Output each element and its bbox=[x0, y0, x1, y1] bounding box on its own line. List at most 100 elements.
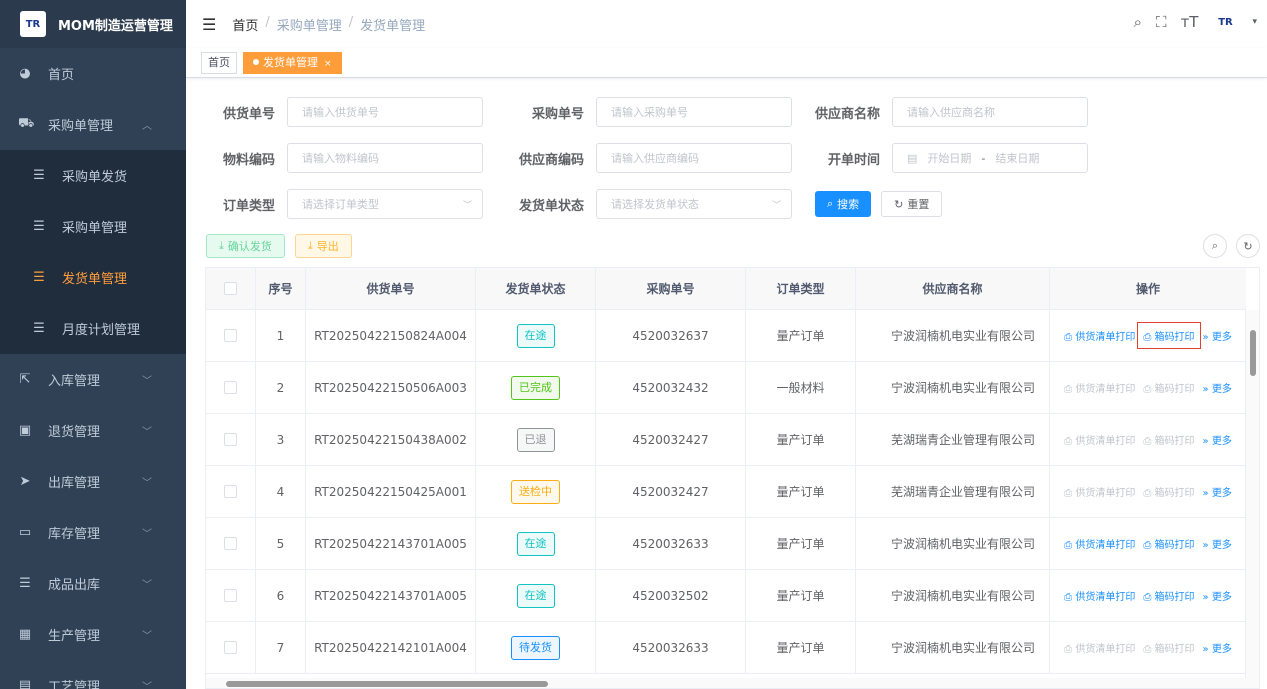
font-size-icon[interactable]: ᴛT bbox=[1181, 13, 1199, 31]
print-supply-list-button[interactable]: ⎙ 供货清单打印 bbox=[1064, 484, 1135, 499]
cell-supplier: 宁波润楠机电实业有限公司 bbox=[856, 518, 1050, 569]
checkbox[interactable] bbox=[224, 589, 237, 602]
cell-index: 5 bbox=[256, 518, 306, 569]
print-supply-list-label: 供货清单打印 bbox=[1075, 592, 1136, 603]
refresh-icon[interactable]: ↻ bbox=[1236, 234, 1260, 258]
checkbox[interactable] bbox=[224, 282, 237, 295]
export-button[interactable]: ⤓ 导出 bbox=[294, 234, 352, 258]
horizontal-scrollbar[interactable] bbox=[206, 678, 1259, 688]
checkbox[interactable] bbox=[224, 433, 237, 446]
sidebar-item-home[interactable]: ◕ 首页 bbox=[0, 48, 186, 99]
sidebar-item-process[interactable]: ▤ 工艺管理 ﹀ bbox=[0, 660, 186, 689]
print-supply-list-button[interactable]: ⎙ 供货清单打印 bbox=[1064, 640, 1135, 655]
end-date[interactable]: 结束日期 bbox=[995, 150, 1039, 166]
cell-supply-no: RT20250422143701A005 bbox=[306, 518, 476, 569]
more-button[interactable]: » 更多 bbox=[1203, 484, 1232, 499]
sidebar-item-inventory[interactable]: ▭ 库存管理 ﹀ bbox=[0, 507, 186, 558]
cell-purchase-no: 4520032637 bbox=[596, 310, 746, 361]
avatar[interactable]: TR bbox=[1212, 12, 1238, 32]
row-select[interactable] bbox=[206, 622, 256, 673]
more-button[interactable]: » 更多 bbox=[1203, 432, 1232, 447]
supplier-code-input[interactable]: 请输入供应商编码 bbox=[596, 143, 792, 173]
material-code-input[interactable]: 请输入物料编码 bbox=[287, 143, 483, 173]
caret-down-icon[interactable]: ▾ bbox=[1252, 17, 1257, 27]
header-select-all[interactable] bbox=[206, 268, 256, 309]
hamburger-icon[interactable]: ☰ bbox=[202, 15, 216, 34]
row-select[interactable] bbox=[206, 414, 256, 465]
scrollbar-thumb[interactable] bbox=[1250, 330, 1256, 376]
print-box-code-button[interactable]: ⎙ 箱码打印 bbox=[1143, 536, 1194, 551]
sidebar-item-purchase[interactable]: ⛟ 采购单管理 ︿ bbox=[0, 99, 186, 150]
more-button[interactable]: » 更多 bbox=[1203, 328, 1232, 343]
fullscreen-icon[interactable]: ⛶ bbox=[1156, 13, 1167, 31]
list-icon: ☰ bbox=[33, 321, 45, 336]
printer-icon: ⎙ bbox=[1064, 644, 1076, 655]
print-box-code-button[interactable]: ⎙ 箱码打印 bbox=[1143, 380, 1194, 395]
reset-button[interactable]: ↻ 重置 bbox=[881, 191, 943, 217]
supplier-name-input[interactable]: 请输入供应商名称 bbox=[892, 97, 1088, 127]
print-box-code-button[interactable]: ⎙ 箱码打印 bbox=[1137, 322, 1201, 349]
status-badge: 在途 bbox=[516, 323, 555, 348]
checkbox[interactable] bbox=[224, 537, 237, 550]
cell-purchase-no: 4520032502 bbox=[596, 570, 746, 621]
sidebar-item-delivery-manage[interactable]: ☰ 发货单管理 bbox=[0, 252, 186, 303]
print-supply-list-button[interactable]: ⎙ 供货清单打印 bbox=[1064, 588, 1135, 603]
more-button[interactable]: » 更多 bbox=[1203, 536, 1232, 551]
sidebar: TR MOM制造运营管理 ◕ 首页 ⛟ 采购单管理 ︿ ☰ 采购单发货 ☰ 采购… bbox=[0, 0, 186, 689]
header-cell: 序号 bbox=[256, 268, 306, 309]
sidebar-item-return[interactable]: ▣ 退货管理 ﹀ bbox=[0, 405, 186, 456]
print-supply-list-button[interactable]: ⎙ 供货清单打印 bbox=[1064, 432, 1135, 447]
sidebar-item-monthly-plan[interactable]: ☰ 月度计划管理 bbox=[0, 303, 186, 354]
breadcrumb-home[interactable]: 首页 bbox=[232, 15, 258, 34]
row-select[interactable] bbox=[206, 570, 256, 621]
more-button[interactable]: » 更多 bbox=[1203, 380, 1232, 395]
checkbox[interactable] bbox=[224, 641, 237, 654]
sidebar-item-outbound[interactable]: ➤ 出库管理 ﹀ bbox=[0, 456, 186, 507]
table-row: 4 RT20250422150425A001 送检中 4520032427 量产订单 芜湖… bbox=[206, 466, 1246, 518]
vertical-scrollbar[interactable] bbox=[1245, 310, 1259, 680]
print-box-code-label: 箱码打印 bbox=[1154, 592, 1195, 603]
date-range-picker[interactable]: ▤ 开始日期 - 结束日期 bbox=[892, 143, 1088, 173]
tag-home[interactable]: 首页 bbox=[201, 51, 237, 74]
row-select[interactable] bbox=[206, 310, 256, 361]
checkbox[interactable] bbox=[224, 381, 237, 394]
cell-purchase-no: 4520032427 bbox=[596, 466, 746, 517]
row-select[interactable] bbox=[206, 362, 256, 413]
more-button[interactable]: » 更多 bbox=[1203, 588, 1232, 603]
search-icon[interactable]: ⌕ bbox=[1134, 13, 1142, 31]
sidebar-item-purchase-manage[interactable]: ☰ 采购单管理 bbox=[0, 201, 186, 252]
print-supply-list-button[interactable]: ⎙ 供货清单打印 bbox=[1064, 380, 1135, 395]
status-badge: 待发货 bbox=[511, 635, 560, 660]
scrollbar-thumb[interactable] bbox=[226, 681, 548, 687]
print-supply-list-button[interactable]: ⎙ 供货清单打印 bbox=[1064, 536, 1135, 551]
row-select[interactable] bbox=[206, 466, 256, 517]
cell-index: 3 bbox=[256, 414, 306, 465]
confirm-ship-label: 确认发货 bbox=[227, 240, 272, 253]
print-box-code-button[interactable]: ⎙ 箱码打印 bbox=[1143, 640, 1194, 655]
ship-status-select[interactable]: 请选择发货单状态 ﹀ bbox=[596, 189, 792, 219]
double-chevron-right-icon: » bbox=[1202, 332, 1212, 343]
supply-no-input[interactable]: 请输入供货单号 bbox=[287, 97, 483, 127]
search-button[interactable]: ⌕ 搜索 bbox=[815, 191, 872, 217]
start-date[interactable]: 开始日期 bbox=[927, 150, 971, 166]
checkbox[interactable] bbox=[224, 485, 237, 498]
print-box-code-button[interactable]: ⎙ 箱码打印 bbox=[1143, 484, 1194, 499]
row-select[interactable] bbox=[206, 518, 256, 569]
checkbox[interactable] bbox=[224, 329, 237, 342]
sidebar-item-purchase-ship[interactable]: ☰ 采购单发货 bbox=[0, 150, 186, 201]
close-icon[interactable]: × bbox=[324, 59, 332, 69]
print-supply-list-button[interactable]: ⎙ 供货清单打印 bbox=[1064, 328, 1135, 343]
order-type-select[interactable]: 请选择订单类型 ﹀ bbox=[287, 189, 483, 219]
sidebar-item-finished-outbound[interactable]: ☰ 成品出库 ﹀ bbox=[0, 558, 186, 609]
print-box-code-button[interactable]: ⎙ 箱码打印 bbox=[1143, 588, 1194, 603]
tag-delivery-manage[interactable]: 发货单管理 × bbox=[243, 51, 342, 74]
print-box-code-button[interactable]: ⎙ 箱码打印 bbox=[1143, 432, 1194, 447]
sidebar-item-inbound[interactable]: ⇱ 入库管理 ﹀ bbox=[0, 354, 186, 405]
chevron-down-icon: ﹀ bbox=[462, 200, 472, 211]
refresh-icon: ↻ bbox=[894, 197, 904, 211]
sidebar-item-production[interactable]: ▦ 生产管理 ﹀ bbox=[0, 609, 186, 660]
toggle-search-icon[interactable]: ⌕ bbox=[1203, 234, 1227, 258]
purchase-no-input[interactable]: 请输入采购单号 bbox=[596, 97, 792, 127]
confirm-ship-button[interactable]: ⤓ 确认发货 bbox=[206, 234, 285, 258]
more-button[interactable]: » 更多 bbox=[1203, 640, 1232, 655]
